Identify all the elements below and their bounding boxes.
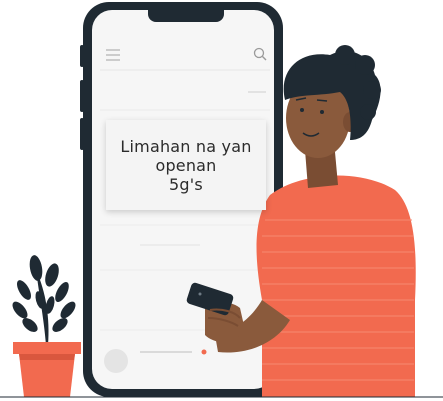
message-text: Limahan na yan openan 5g's <box>120 136 252 194</box>
message-card: Limahan na yan openan 5g's <box>106 120 266 210</box>
plant-leaves <box>12 255 76 345</box>
potted-plant <box>12 255 81 397</box>
